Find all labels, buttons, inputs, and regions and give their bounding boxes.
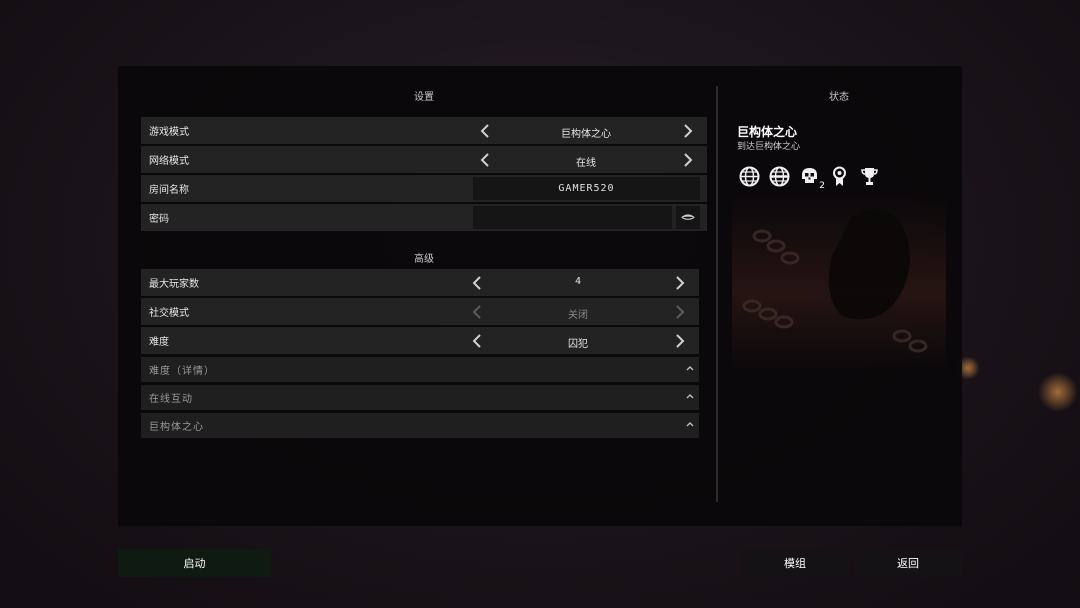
start-button[interactable]: 启动 — [118, 549, 271, 577]
network-mode-row: 网络模式 在线 — [141, 146, 707, 173]
online-interaction-label: 在线互动 — [149, 394, 193, 405]
advanced-title: 高级 — [414, 254, 434, 265]
room-name-label: 房间名称 — [149, 185, 189, 196]
room-name-row: 房间名称 GAMER520 — [141, 175, 707, 202]
difficulty-details-section[interactable]: 难度（详情） — [141, 357, 699, 382]
social-mode-prev-button[interactable] — [467, 298, 487, 325]
chevron-right-icon — [676, 333, 685, 348]
game-mode-value: 巨构体之心 — [561, 129, 611, 140]
show-password-button[interactable] — [676, 206, 700, 229]
chevron-left-icon — [480, 152, 489, 167]
chevron-right-icon — [676, 304, 685, 319]
chevron-right-icon — [684, 152, 693, 167]
difficulty-label: 难度 — [149, 337, 169, 348]
social-mode-label: 社交模式 — [149, 308, 189, 319]
chevron-left-icon — [472, 304, 481, 319]
chevron-up-icon — [686, 366, 694, 371]
globe-alt-icon — [769, 166, 790, 187]
settings-title: 设置 — [414, 92, 434, 103]
megastructure-heart-section[interactable]: 巨构体之心 — [141, 413, 699, 438]
social-mode-value: 关闭 — [568, 310, 588, 321]
chevron-up-icon — [686, 422, 694, 427]
difficulty-row: 难度 囚犯 — [141, 327, 699, 354]
difficulty-details-label: 难度（详情） — [149, 366, 215, 377]
password-input[interactable] — [473, 206, 672, 229]
difficulty-next-button[interactable] — [670, 327, 690, 354]
network-mode-prev-button[interactable] — [475, 146, 495, 173]
chevron-right-icon — [684, 123, 693, 138]
network-mode-value: 在线 — [576, 158, 596, 169]
skull-count: 2 — [819, 181, 825, 191]
max-players-value: 4 — [574, 276, 582, 287]
network-mode-next-button[interactable] — [678, 146, 698, 173]
online-interaction-section[interactable]: 在线互动 — [141, 385, 699, 410]
globe-icon — [739, 166, 760, 187]
status-mode-desc: 到达巨构体之心 — [737, 142, 801, 152]
game-mode-next-button[interactable] — [678, 117, 698, 144]
skull-icon: 2 — [799, 166, 825, 191]
difficulty-prev-button[interactable] — [467, 327, 487, 354]
eye-icon — [680, 214, 696, 220]
chevron-up-icon — [686, 394, 694, 399]
trophy-icon — [859, 166, 880, 187]
chevron-right-icon — [676, 275, 685, 290]
game-mode-prev-button[interactable] — [475, 117, 495, 144]
status-mode-name: 巨构体之心 — [737, 125, 798, 139]
chevron-left-icon — [480, 123, 489, 138]
social-mode-row: 社交模式 关闭 — [141, 298, 699, 325]
medal-icon — [829, 166, 850, 187]
status-title: 状态 — [829, 92, 849, 103]
chevron-left-icon — [472, 275, 481, 290]
social-mode-next-button[interactable] — [670, 298, 690, 325]
back-button[interactable]: 返回 — [854, 549, 962, 577]
room-name-input[interactable]: GAMER520 — [473, 177, 700, 200]
password-row: 密码 — [141, 204, 707, 231]
status-icons: 2 — [739, 166, 880, 191]
difficulty-value: 囚犯 — [568, 339, 588, 350]
max-players-row: 最大玩家数 4 — [141, 269, 699, 296]
max-players-next-button[interactable] — [670, 269, 690, 296]
mods-button[interactable]: 模组 — [741, 549, 849, 577]
game-mode-row: 游戏模式 巨构体之心 — [141, 117, 707, 144]
max-players-prev-button[interactable] — [467, 269, 487, 296]
password-label: 密码 — [149, 214, 169, 225]
game-mode-label: 游戏模式 — [149, 127, 189, 138]
megastructure-heart-label: 巨构体之心 — [149, 422, 204, 433]
mode-artwork — [732, 196, 946, 371]
chevron-left-icon — [472, 333, 481, 348]
network-mode-label: 网络模式 — [149, 156, 189, 167]
background-glow — [1038, 372, 1078, 412]
panel-divider — [716, 86, 718, 502]
max-players-label: 最大玩家数 — [149, 279, 199, 290]
room-name-value: GAMER520 — [558, 183, 615, 194]
